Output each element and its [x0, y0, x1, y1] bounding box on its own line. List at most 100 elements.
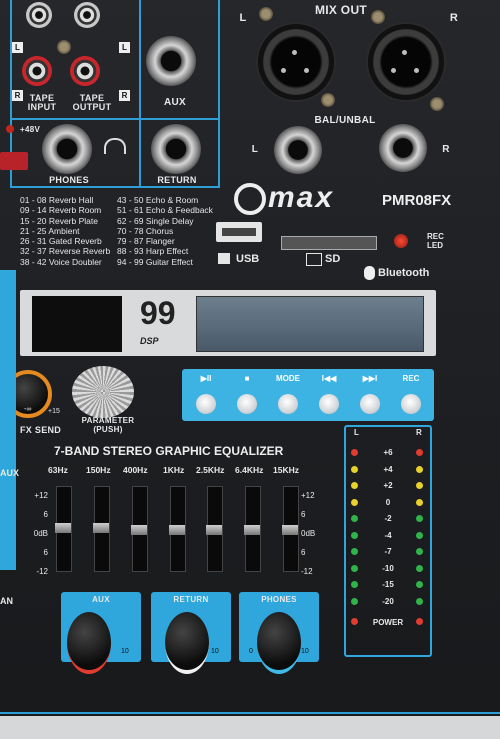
vu-l-label: L — [354, 428, 359, 437]
eq-fader-6-4khz[interactable] — [244, 486, 261, 572]
phones-label: PHONES — [49, 175, 89, 185]
phantom-label: +48V — [20, 125, 41, 134]
eq-fader-15khz[interactable] — [282, 486, 299, 572]
lcd-screen — [196, 296, 424, 352]
parameter-knob[interactable] — [72, 366, 134, 418]
border-line — [139, 0, 141, 188]
stop-button[interactable] — [237, 394, 257, 414]
return-jack[interactable] — [151, 124, 201, 174]
screw — [321, 93, 335, 107]
eq-fader-400hz[interactable] — [131, 486, 148, 572]
sd-label: SD — [325, 253, 341, 265]
vu-level-label: +2 — [383, 481, 393, 490]
return-knob[interactable] — [165, 612, 209, 674]
screw — [430, 97, 444, 111]
mix-out-l-label: L — [239, 12, 247, 24]
bluetooth-label: Bluetooth — [378, 267, 430, 279]
r-badge: R — [119, 90, 130, 101]
vu-led-right — [416, 465, 423, 473]
eq-fader-150hz[interactable] — [93, 486, 110, 572]
eq-fader-2-5khz[interactable] — [206, 486, 223, 572]
effects-list-col1: 01 - 08 Reverb Hall 09 - 14 Reverb Room 15… — [20, 195, 111, 267]
aux-jack[interactable] — [146, 36, 196, 86]
phones-knob-label: PHONES — [261, 595, 297, 604]
vu-level-label: -4 — [384, 530, 392, 540]
border-line — [218, 0, 220, 188]
mix-out-l-xlr[interactable] — [256, 22, 336, 102]
screw — [259, 7, 273, 21]
phones-knob-min: 0 — [249, 648, 253, 655]
vu-led-left — [351, 597, 358, 605]
tape-input-r-jack[interactable] — [22, 56, 52, 86]
phones-knob[interactable] — [257, 612, 301, 674]
rec-label: REC — [402, 374, 420, 383]
usb-port[interactable] — [216, 222, 262, 242]
vu-led-right — [416, 515, 423, 522]
vu-led-right — [416, 564, 423, 572]
power-label: POWER — [372, 618, 404, 627]
eq-band-label: 2.5KHz — [196, 465, 225, 475]
eq-fader-63hz[interactable] — [55, 486, 72, 572]
phantom-switch[interactable] — [0, 152, 28, 170]
vu-led-left — [351, 581, 358, 588]
tape-output-l-jack[interactable] — [74, 2, 100, 28]
phones-knob-max: 10 — [301, 648, 309, 655]
effects-list-col2: 43 - 50 Echo & Room 51 - 61 Echo & Feedba… — [117, 195, 213, 267]
tape-input-label: TAPE INPUT — [27, 93, 57, 112]
vu-led-right — [416, 531, 423, 539]
l-badge: L — [12, 42, 23, 53]
mix-out-r-label: R — [449, 12, 459, 24]
model-name: PMR08FX — [382, 192, 452, 209]
sd-slot[interactable] — [281, 236, 377, 250]
mix-out-r-xlr[interactable] — [366, 22, 446, 102]
bal-unbal-label: BAL/UNBAL — [314, 115, 376, 126]
bal-r-jack[interactable] — [379, 124, 427, 172]
tape-input-l-jack[interactable] — [26, 2, 52, 28]
brand-logo: max — [268, 181, 335, 214]
vu-led-left — [351, 564, 358, 572]
mixer-panel: L L R R TAPE INPUT TAPE OUTPUT AUX PHONE… — [0, 0, 500, 739]
aux-knob[interactable] — [67, 612, 111, 674]
return-knob-label: RETURN — [173, 595, 209, 604]
headphones-icon — [104, 138, 126, 154]
vu-level-label: -20 — [382, 596, 394, 606]
eq-band-label: 400Hz — [123, 465, 148, 475]
sd-icon — [306, 253, 322, 266]
side-aux-label: AUX — [0, 468, 20, 478]
phantom-led — [6, 125, 14, 133]
play-pause-label: ▶II — [200, 374, 212, 383]
play-pause-button[interactable] — [196, 394, 216, 414]
tape-output-r-jack[interactable] — [70, 56, 100, 86]
prev-button[interactable] — [319, 394, 339, 414]
rec-led — [394, 234, 408, 248]
rec-button[interactable] — [401, 394, 421, 414]
eq-fader-1khz[interactable] — [169, 486, 186, 572]
mode-button[interactable] — [278, 394, 298, 414]
dsp-label: DSP — [140, 336, 159, 346]
l-badge: L — [119, 42, 130, 53]
bottom-edge — [0, 716, 500, 739]
power-led — [351, 618, 358, 625]
vu-led-left — [351, 498, 358, 506]
transport-strip: ▶II ■ MODE I◀◀ ▶▶I REC — [182, 369, 434, 421]
eq-band-label: 150Hz — [86, 465, 111, 475]
vu-led-right — [416, 548, 423, 555]
next-button[interactable] — [360, 394, 380, 414]
vu-led-right — [416, 482, 423, 489]
border-line — [10, 186, 220, 188]
omax-logo-icon — [234, 183, 266, 215]
eq-scale-right: +12 6 0dB 6 -12 — [301, 491, 316, 576]
mode-label: MODE — [276, 374, 300, 383]
side-an-label: AN — [0, 596, 13, 606]
dsp-number: 99 — [140, 295, 176, 331]
eq-band-label: 6.4KHz — [235, 465, 264, 475]
vu-led-right — [416, 498, 423, 506]
parameter-label: PARAMETER (PUSH) — [81, 416, 135, 434]
border-line — [0, 712, 500, 714]
vu-led-left — [351, 548, 358, 555]
bluetooth-icon — [364, 266, 375, 280]
return-label: RETURN — [157, 175, 197, 185]
eq-band-label: 63Hz — [48, 465, 68, 475]
vu-level-label: +6 — [383, 448, 393, 457]
bal-l-jack[interactable] — [274, 126, 322, 174]
